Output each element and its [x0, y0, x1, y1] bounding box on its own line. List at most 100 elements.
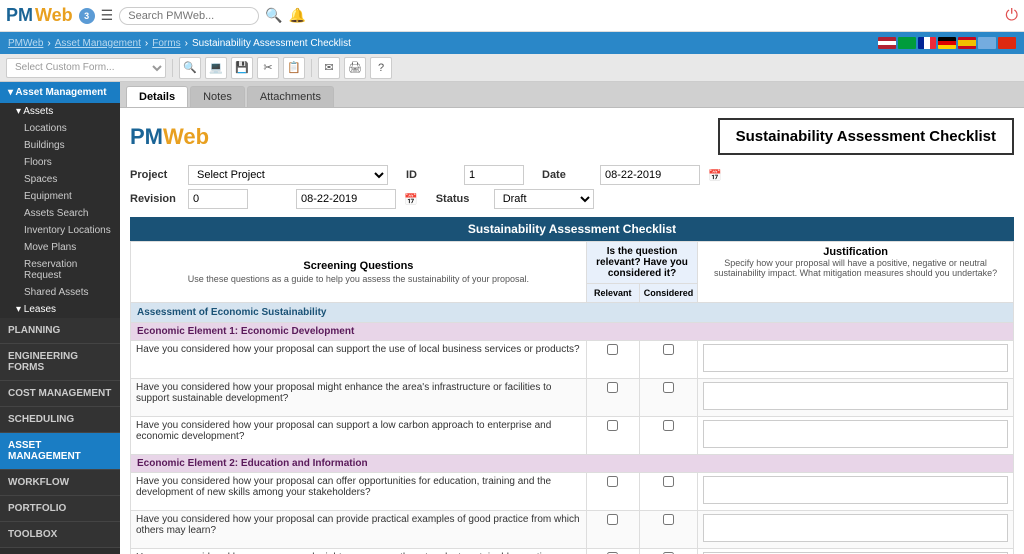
paste-btn[interactable]: 📋: [283, 57, 305, 79]
justification-input-2-1[interactable]: [703, 476, 1008, 504]
justification-input-1-1[interactable]: [703, 344, 1008, 372]
sidebar-nav-cost-management[interactable]: COST MANAGEMENT: [0, 381, 120, 407]
justification-cell-2-1: [698, 473, 1014, 511]
checkbox-relevant-input-1-1[interactable]: [607, 344, 618, 355]
checkbox-relevant-1-2[interactable]: [586, 379, 639, 417]
sidebar-item-assets-search[interactable]: Assets Search: [0, 205, 120, 222]
checkbox-considered-input-1-2[interactable]: [663, 382, 674, 393]
sidebar-item-inventory-locations[interactable]: Inventory Locations: [0, 222, 120, 239]
project-select[interactable]: Select Project: [188, 165, 388, 185]
breadcrumb-asset-mgmt[interactable]: Asset Management: [55, 38, 141, 49]
tab-notes[interactable]: Notes: [190, 86, 245, 107]
custom-form-select[interactable]: Select Custom Form...: [6, 58, 166, 78]
id-label: ID: [406, 169, 456, 181]
revision-field[interactable]: [188, 189, 248, 209]
sidebar-item-locations[interactable]: Locations: [0, 120, 120, 137]
sidebar-nav-toolbox[interactable]: TOOLBOX: [0, 522, 120, 548]
sidebar-nav-workflow[interactable]: WORKFLOW: [0, 470, 120, 496]
date-calendar-icon[interactable]: 📅: [708, 169, 722, 182]
section-header-economic: Assessment of Economic Sustainability: [131, 303, 1014, 323]
checkbox-considered-2-3[interactable]: [639, 549, 698, 554]
sidebar-nav-portfolio[interactable]: PORTFOLIO: [0, 496, 120, 522]
element-header-1: Economic Element 1: Economic Development: [131, 323, 1014, 341]
flag-de[interactable]: [938, 37, 956, 49]
date-field[interactable]: [600, 165, 700, 185]
search-input[interactable]: [119, 7, 259, 25]
checkbox-considered-input-2-2[interactable]: [663, 514, 674, 525]
checkbox-considered-2-1[interactable]: [639, 473, 698, 511]
sidebar-item-leases[interactable]: ▾ Leases: [0, 301, 120, 318]
id-field[interactable]: [464, 165, 524, 185]
checkbox-relevant-input-2-2[interactable]: [607, 514, 618, 525]
checkbox-relevant-1-3[interactable]: [586, 417, 639, 455]
checkbox-relevant-input-1-2[interactable]: [607, 382, 618, 393]
flag-us[interactable]: [878, 37, 896, 49]
print-btn[interactable]: 🖨: [344, 57, 366, 79]
flag-cn[interactable]: [998, 37, 1016, 49]
sidebar-item-floors[interactable]: Floors: [0, 154, 120, 171]
flag-es[interactable]: [958, 37, 976, 49]
tab-details[interactable]: Details: [126, 86, 188, 107]
sidebar-item-shared-assets[interactable]: Shared Assets: [0, 284, 120, 301]
sidebar-item-move-plans[interactable]: Move Plans: [0, 239, 120, 256]
menu-icon[interactable]: ☰: [101, 7, 114, 24]
justification-input-1-3[interactable]: [703, 420, 1008, 448]
breadcrumb-home[interactable]: PMWeb: [8, 38, 43, 49]
checkbox-considered-input-1-1[interactable]: [663, 344, 674, 355]
revision-calendar-icon[interactable]: 📅: [404, 193, 418, 206]
breadcrumb-forms[interactable]: Forms: [152, 38, 180, 49]
sidebar-item-equipment[interactable]: Equipment: [0, 188, 120, 205]
checkbox-relevant-1-1[interactable]: [586, 341, 639, 379]
monitor-btn[interactable]: 💻: [205, 57, 227, 79]
justification-cell-1-2: [698, 379, 1014, 417]
section-header-text: Assessment of Economic Sustainability: [131, 303, 1014, 323]
flag-ar[interactable]: [978, 37, 996, 49]
checkbox-relevant-2-2[interactable]: [586, 511, 639, 549]
checkbox-relevant-input-2-1[interactable]: [607, 476, 618, 487]
status-select[interactable]: Draft: [494, 189, 594, 209]
flag-fr[interactable]: [918, 37, 936, 49]
power-icon[interactable]: ⏻: [1005, 7, 1018, 25]
element-header-text-1: Economic Element 1: Economic Development: [131, 323, 1014, 341]
checkbox-relevant-2-3[interactable]: [586, 549, 639, 554]
justification-cell-1-3: [698, 417, 1014, 455]
sidebar-nav-asset-management[interactable]: ASSET MANAGEMENT: [0, 433, 120, 470]
sidebar-item-buildings[interactable]: Buildings: [0, 137, 120, 154]
sidebar-nav-scheduling[interactable]: SCHEDULING: [0, 407, 120, 433]
email-btn[interactable]: ✉: [318, 57, 340, 79]
checkbox-considered-1-3[interactable]: [639, 417, 698, 455]
help-btn[interactable]: ?: [370, 57, 392, 79]
th-justification: Justification Specify how your proposal …: [698, 242, 1014, 303]
question-2-2: Have you considered how your proposal ca…: [131, 511, 587, 549]
save-btn[interactable]: 💾: [231, 57, 253, 79]
tab-attachments[interactable]: Attachments: [247, 86, 334, 107]
sidebar-item-spaces[interactable]: Spaces: [0, 171, 120, 188]
revision-date-field[interactable]: [296, 189, 396, 209]
checkbox-considered-1-2[interactable]: [639, 379, 698, 417]
sidebar-section-header-asset-mgmt[interactable]: ▾ Asset Management: [0, 82, 120, 103]
checkbox-considered-1-1[interactable]: [639, 341, 698, 379]
element-header-2: Economic Element 2: Education and Inform…: [131, 455, 1014, 473]
checklist-body: Assessment of Economic Sustainability Ec…: [131, 303, 1014, 554]
checkbox-considered-2-2[interactable]: [639, 511, 698, 549]
cut-btn[interactable]: ✂: [257, 57, 279, 79]
justification-input-2-2[interactable]: [703, 514, 1008, 542]
form-fields-row2: Revision 📅 Status Draft: [130, 189, 1014, 209]
justification-input-1-2[interactable]: [703, 382, 1008, 410]
search-icon[interactable]: 🔍: [265, 7, 282, 24]
checkbox-considered-input-1-3[interactable]: [663, 420, 674, 431]
th-considered-col: Considered: [639, 284, 698, 303]
flag-br[interactable]: [898, 37, 916, 49]
checkbox-considered-input-2-1[interactable]: [663, 476, 674, 487]
sidebar-nav-planning[interactable]: PLANNING: [0, 318, 120, 344]
checkbox-relevant-2-1[interactable]: [586, 473, 639, 511]
search-toolbar-btn[interactable]: 🔍: [179, 57, 201, 79]
sidebar-item-assets[interactable]: ▾ Assets: [0, 103, 120, 120]
sidebar-nav-engineering-forms[interactable]: ENGINEERING FORMS: [0, 344, 120, 381]
sidebar-item-reservation-request[interactable]: Reservation Request: [0, 256, 120, 284]
checkbox-relevant-input-1-3[interactable]: [607, 420, 618, 431]
notification-icon[interactable]: 🔔: [289, 7, 306, 24]
flag-icons: [878, 37, 1016, 49]
logo-pm: PM: [6, 5, 33, 26]
th-screening: Screening Questions Use these questions …: [131, 242, 587, 303]
